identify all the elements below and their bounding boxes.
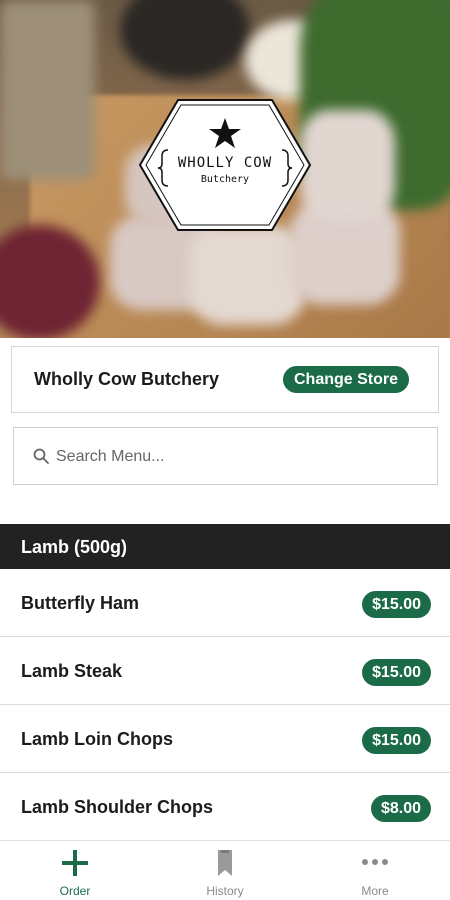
- logo-title: WHOLLY COW: [177, 155, 273, 171]
- jar-decoration: [0, 0, 95, 180]
- search-icon: [33, 448, 49, 464]
- nav-more-label: More: [361, 884, 389, 898]
- price-badge[interactable]: $15.00: [362, 591, 431, 618]
- search-input[interactable]: [56, 442, 426, 472]
- menu-item[interactable]: Lamb Shoulder Chops $8.00: [0, 773, 450, 841]
- price-badge[interactable]: $8.00: [370, 795, 431, 822]
- plus-icon: [62, 850, 88, 876]
- meat-decoration: [300, 110, 395, 220]
- store-name: Wholly Cow Butchery: [34, 369, 220, 389]
- change-store-button[interactable]: Change Store: [283, 366, 410, 393]
- price-badge[interactable]: $15.00: [362, 659, 431, 686]
- nav-history-label: History: [206, 884, 244, 898]
- menu-item-list: Butterfly Ham $15.00 Lamb Steak $15.00 L…: [0, 569, 450, 841]
- menu-item-name: Lamb Loin Chops: [21, 729, 173, 749]
- menu-item[interactable]: Lamb Loin Chops $15.00: [0, 705, 450, 773]
- menu-item[interactable]: Lamb Steak $15.00: [0, 637, 450, 705]
- category-title: Lamb (500g): [21, 537, 128, 557]
- bottom-nav: Order History More: [0, 840, 450, 900]
- more-dots-icon: [362, 859, 388, 865]
- category-header: Lamb (500g): [0, 524, 450, 569]
- logo-subtitle: Butchery: [200, 174, 250, 185]
- price-badge[interactable]: $15.00: [362, 727, 431, 754]
- meat-decoration: [190, 225, 305, 325]
- bookmark-icon: [218, 850, 232, 876]
- menu-item[interactable]: Butterfly Ham $15.00: [0, 569, 450, 637]
- nav-order-label: Order: [59, 884, 91, 898]
- menu-item-name: Lamb Steak: [21, 661, 123, 681]
- store-card: Wholly Cow Butchery Change Store: [11, 346, 439, 413]
- nav-more[interactable]: More: [300, 841, 450, 900]
- brand-logo: WHOLLY COW Butchery: [138, 98, 312, 232]
- menu-item-name: Lamb Shoulder Chops: [21, 797, 214, 817]
- nav-order[interactable]: Order: [0, 841, 150, 900]
- hero-image: WHOLLY COW Butchery: [0, 0, 450, 338]
- search-box[interactable]: [13, 427, 438, 485]
- menu-item-name: Butterfly Ham: [21, 593, 140, 613]
- bowl-decoration: [120, 0, 250, 80]
- nav-history[interactable]: History: [150, 841, 300, 900]
